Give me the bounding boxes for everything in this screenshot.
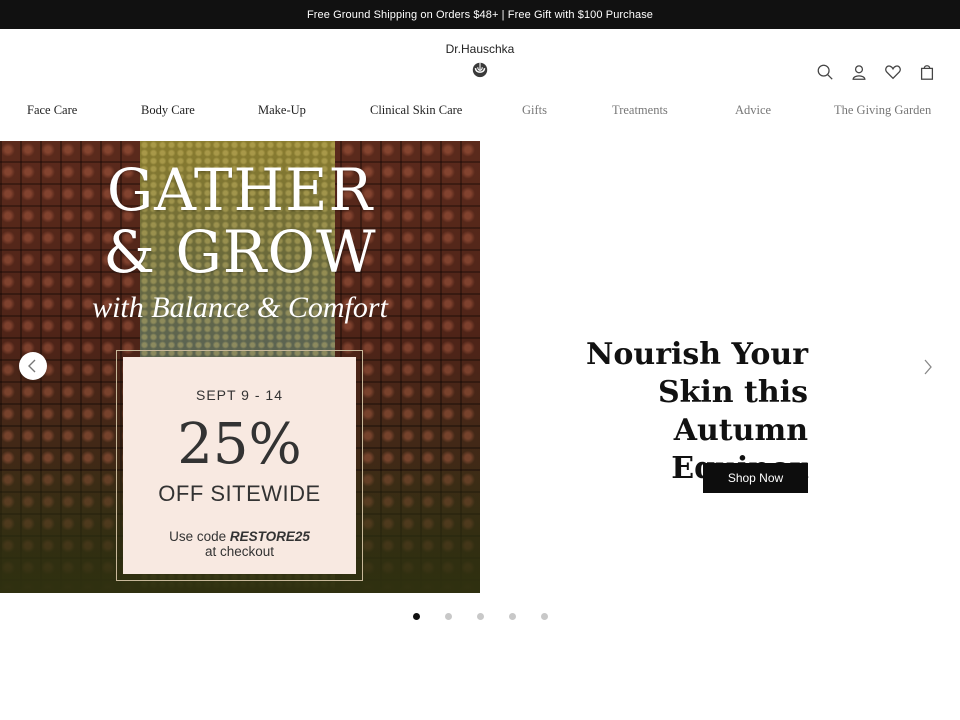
hero-image-subtitle: with Balance & Comfort	[92, 291, 388, 324]
nav-item-face-care[interactable]: Face Care	[27, 103, 77, 118]
offer-percent: 25%	[177, 412, 302, 477]
nav-item-clinical-skin-care[interactable]: Clinical Skin Care	[370, 103, 462, 118]
carousel-dot[interactable]	[477, 613, 484, 620]
shopping-bag-icon[interactable]	[918, 63, 936, 81]
nav-item-make-up[interactable]: Make-Up	[258, 103, 306, 118]
shop-now-button[interactable]: Shop Now	[703, 463, 808, 493]
wishlist-heart-icon[interactable]	[884, 63, 902, 81]
nav-item-the-giving-garden[interactable]: The Giving Garden	[834, 103, 931, 118]
hero-promo-image[interactable]: GATHER & GROW with Balance & Comfort SEP…	[0, 141, 480, 593]
offer-label: OFF SITEWIDE	[158, 481, 321, 506]
offer-code-suffix: at checkout	[204, 544, 275, 559]
search-icon[interactable]	[816, 63, 834, 81]
chevron-left-icon	[28, 359, 36, 373]
main-nav: Face Care Body Care Make-Up Clinical Ski…	[0, 99, 960, 125]
offer-card: SEPT 9 - 14 25% OFF SITEWIDE Use code RE…	[123, 357, 356, 574]
logo-text: Dr.Hauschka	[445, 42, 515, 56]
account-icon[interactable]	[850, 63, 868, 81]
brand-logo[interactable]: Dr.Hauschka	[430, 42, 530, 78]
hero-image-title-line1: GATHER	[106, 156, 374, 224]
carousel-dot[interactable]	[445, 613, 452, 620]
logo-mark-icon	[472, 62, 488, 78]
site-header: Dr.Hauschka	[0, 29, 960, 99]
offer-code-prefix: Use code	[169, 529, 230, 544]
hero-heading-line2: Skin this Autumn	[657, 375, 808, 448]
offer-code: RESTORE25	[229, 529, 310, 544]
nav-item-advice[interactable]: Advice	[735, 103, 771, 118]
hero-image-title: GATHER & GROW	[0, 159, 480, 283]
chevron-right-icon	[924, 359, 932, 375]
hero-heading-line1: Nourish Your	[585, 337, 808, 372]
hero-image-title-line2: & GROW	[103, 218, 377, 286]
header-actions	[816, 63, 936, 81]
carousel-prev-button[interactable]	[19, 352, 47, 380]
hero-carousel: GATHER & GROW with Balance & Comfort SEP…	[0, 141, 960, 593]
carousel-dot[interactable]	[413, 613, 420, 620]
nav-item-gifts[interactable]: Gifts	[522, 103, 547, 118]
nav-item-body-care[interactable]: Body Care	[141, 103, 195, 118]
offer-dates: SEPT 9 - 14	[195, 387, 283, 403]
carousel-dot[interactable]	[541, 613, 548, 620]
promo-bar: Free Ground Shipping on Orders $48+ | Fr…	[0, 0, 960, 29]
carousel-pagination	[0, 613, 960, 623]
carousel-dot[interactable]	[509, 613, 516, 620]
offer-box: SEPT 9 - 14 25% OFF SITEWIDE Use code RE…	[116, 350, 363, 581]
nav-item-treatments[interactable]: Treatments	[612, 103, 668, 118]
carousel-next-button[interactable]	[918, 356, 938, 378]
promo-text: Free Ground Shipping on Orders $48+ | Fr…	[306, 8, 654, 21]
offer-code-text: Use code RESTORE25 at checkout	[123, 529, 356, 559]
